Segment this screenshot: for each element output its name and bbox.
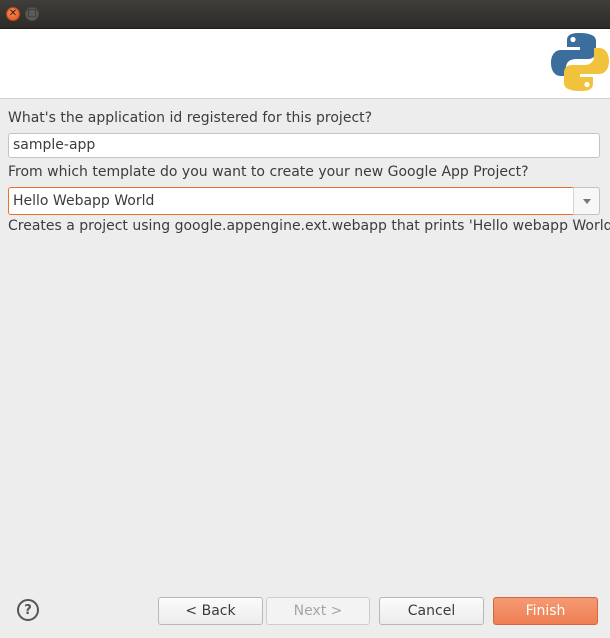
- chevron-down-icon: [582, 198, 591, 204]
- template-description: Creates a project using google.appengine…: [8, 218, 610, 234]
- cancel-button[interactable]: Cancel: [379, 597, 484, 625]
- wizard-banner: [0, 29, 610, 99]
- next-button[interactable]: Next >: [266, 597, 370, 625]
- title-bar: ✕ ▢: [0, 0, 610, 29]
- maximize-icon[interactable]: ▢: [25, 7, 39, 21]
- dropdown-button[interactable]: [573, 187, 600, 215]
- finish-button[interactable]: Finish: [493, 597, 598, 625]
- help-icon[interactable]: ?: [17, 599, 39, 621]
- close-icon[interactable]: ✕: [6, 7, 20, 21]
- back-button[interactable]: < Back: [158, 597, 263, 625]
- template-label: From which template do you want to creat…: [8, 164, 529, 180]
- app-id-input[interactable]: sample-app: [8, 133, 600, 158]
- app-id-label: What's the application id registered for…: [8, 110, 373, 126]
- template-combo[interactable]: Hello Webapp World: [8, 187, 600, 215]
- template-input[interactable]: Hello Webapp World: [8, 187, 574, 215]
- python-logo-icon: [551, 33, 609, 91]
